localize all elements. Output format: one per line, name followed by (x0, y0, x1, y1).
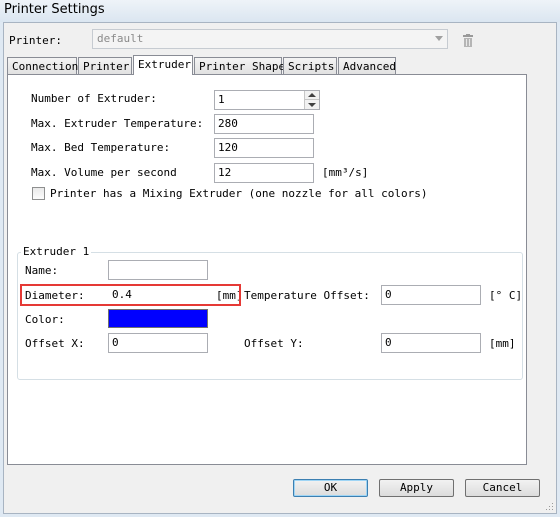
max-extruder-temp-input[interactable]: 280 (214, 114, 314, 134)
extruder-1-group-title: Extruder 1 (21, 245, 92, 258)
max-bed-temp-value: 120 (218, 141, 238, 154)
extruder-name-input[interactable] (108, 260, 208, 280)
spin-buttons[interactable] (304, 91, 319, 109)
max-bed-temp-input[interactable]: 120 (214, 138, 314, 158)
ok-button[interactable]: OK (293, 479, 368, 497)
mixing-extruder-label: Printer has a Mixing Extruder (one nozzl… (50, 187, 428, 200)
mixing-extruder-checkbox[interactable] (32, 187, 45, 200)
offset-y-value: 0 (385, 336, 392, 349)
temperature-offset-value: 0 (385, 288, 392, 301)
tab-advanced[interactable]: Advanced (338, 57, 396, 74)
offset-x-label: Offset X: (25, 337, 85, 350)
title-bar: Printer Settings (0, 0, 560, 22)
spin-divider (305, 99, 319, 100)
tab-label: Connection (12, 60, 79, 73)
tab-label: Printer (83, 60, 130, 73)
tab-scripts[interactable]: Scripts (283, 57, 337, 74)
max-volume-unit: [mm³/s] (322, 166, 369, 179)
printer-select[interactable]: default (92, 29, 448, 49)
cancel-button-label: Cancel (482, 481, 523, 494)
num-extruder-value: 1 (218, 93, 225, 106)
cancel-button[interactable]: Cancel (465, 479, 540, 497)
num-extruder-spinbox[interactable]: 1 (214, 90, 320, 110)
tab-label: Printer Shape (199, 60, 286, 73)
offset-y-input[interactable]: 0 (381, 333, 481, 353)
tab-printer-shape[interactable]: Printer Shape (194, 57, 286, 74)
extruder-1-group (17, 252, 523, 380)
window-title: Printer Settings (4, 2, 105, 17)
temperature-offset-unit: [° C] (489, 289, 523, 302)
apply-button[interactable]: Apply (379, 479, 454, 497)
tab-label: Advanced (343, 60, 396, 73)
max-volume-label: Max. Volume per second (31, 166, 177, 179)
temperature-offset-input[interactable]: 0 (381, 285, 481, 305)
printer-select-value: default (97, 32, 144, 45)
spin-up-icon[interactable] (308, 93, 316, 97)
max-extruder-temp-label: Max. Extruder Temperature: (31, 117, 204, 130)
temperature-offset-label: Temperature Offset: (244, 289, 370, 302)
color-swatch-button[interactable] (108, 309, 208, 328)
dialog-body: Printer: default Connection Printer Extr… (3, 22, 557, 514)
offset-y-label: Offset Y: (244, 337, 304, 350)
resize-grip-icon[interactable] (544, 501, 554, 511)
tab-extruder[interactable]: Extruder (133, 55, 193, 75)
ok-button-label: OK (323, 481, 338, 494)
tab-printer[interactable]: Printer (78, 57, 132, 74)
tab-label: Scripts (288, 60, 335, 73)
offset-x-input[interactable]: 0 (108, 333, 208, 353)
chevron-down-icon[interactable] (435, 36, 443, 41)
max-bed-temp-label: Max. Bed Temperature: (31, 141, 171, 154)
tab-label: Extruder (138, 58, 191, 71)
tab-connection[interactable]: Connection (7, 57, 79, 74)
extruder-name-label: Name: (25, 264, 59, 277)
offset-x-value: 0 (112, 336, 119, 349)
color-label: Color: (25, 313, 65, 326)
printer-label: Printer: (9, 34, 62, 47)
offset-unit: [mm] (489, 337, 516, 350)
spin-down-icon[interactable] (308, 103, 316, 107)
max-volume-input[interactable]: 12 (214, 163, 314, 183)
apply-button-label: Apply (399, 481, 434, 494)
max-extruder-temp-value: 280 (218, 117, 238, 130)
max-volume-value: 12 (218, 166, 232, 179)
extruder-tab-panel: Number of Extruder: 1 Max. Extruder Temp… (7, 74, 527, 465)
diameter-highlight-box (20, 284, 241, 306)
num-extruder-label: Number of Extruder: (31, 92, 157, 105)
trash-icon[interactable] (462, 34, 474, 47)
